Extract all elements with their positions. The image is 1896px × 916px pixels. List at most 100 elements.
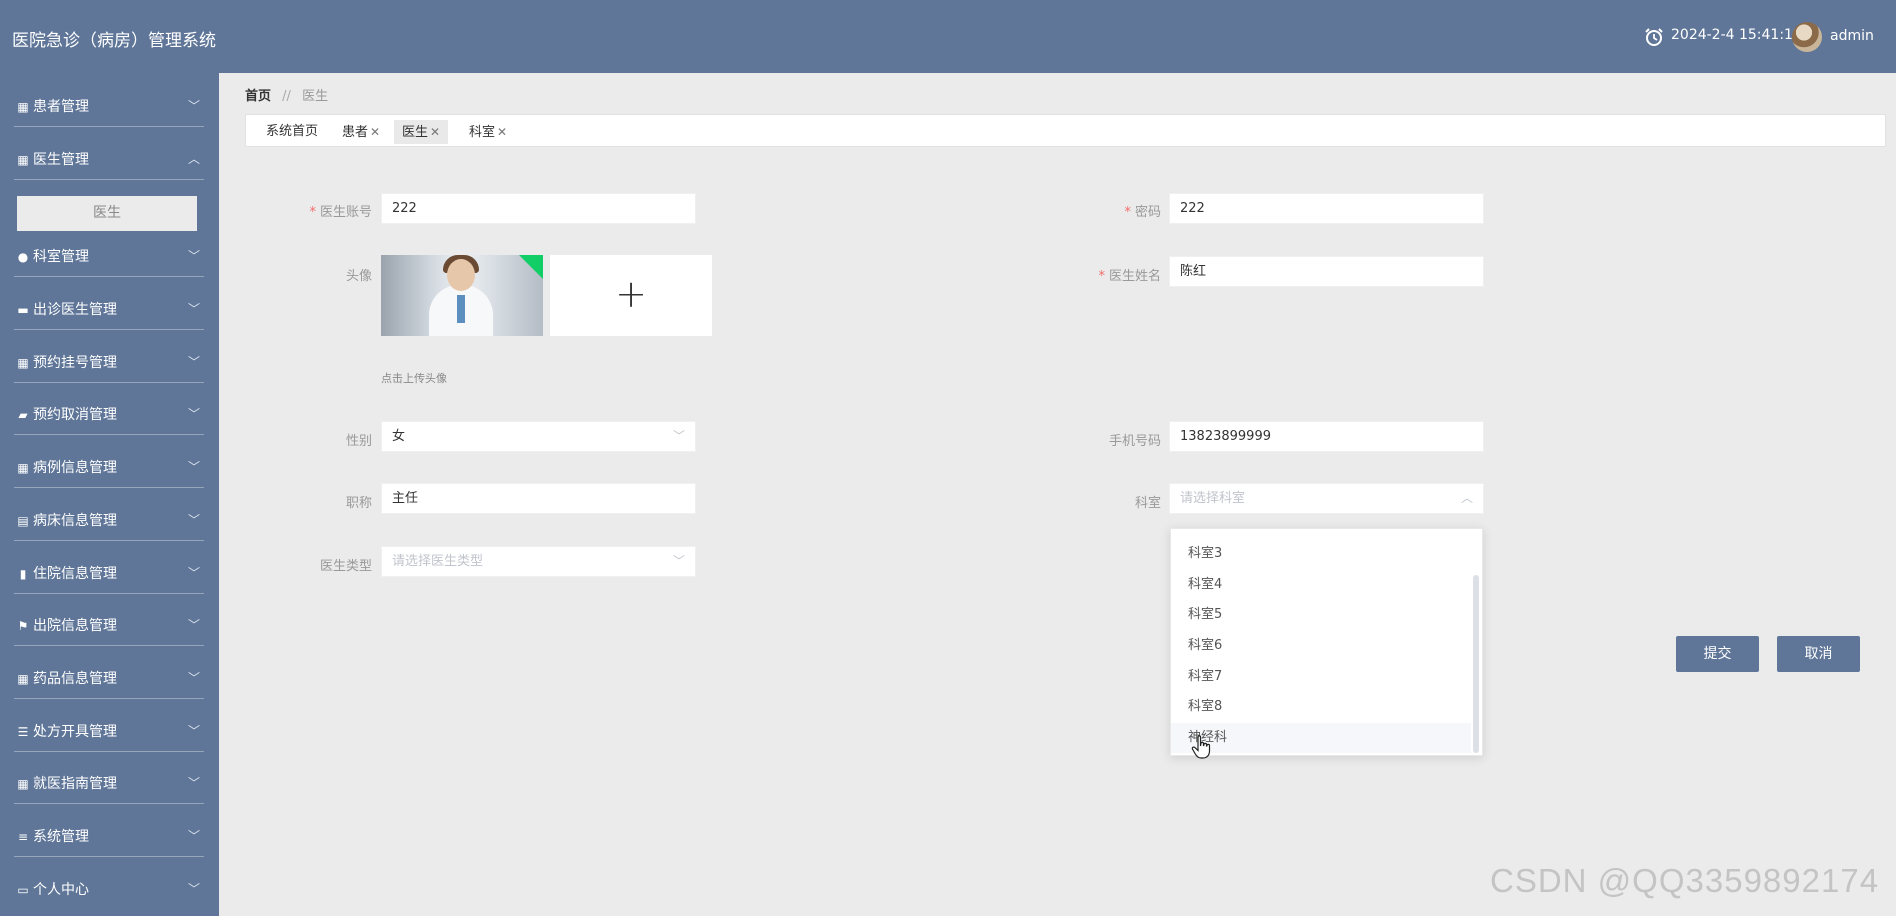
title-input[interactable]: 主任 <box>381 483 696 514</box>
cancel-button[interactable]: 取消 <box>1777 636 1860 672</box>
dropdown-option[interactable]: 科室5 <box>1171 600 1471 630</box>
sidebar-item-label: 预约取消管理 <box>33 407 117 423</box>
required-mark: * <box>1124 205 1131 220</box>
password-label: * 密码 <box>1051 201 1161 220</box>
menu-divider <box>14 126 204 127</box>
chat-icon: ▰ <box>18 408 28 422</box>
sidebar-item-system[interactable]: ≡ 系统管理 ﹀ <box>0 817 219 857</box>
sidebar-item-doctors[interactable]: ▦ 医生管理 ︿ <box>0 140 219 180</box>
tab-bar: 系统首页 患者 ✕ 医生 ✕ 科室 ✕ <box>245 114 1886 147</box>
upload-button[interactable]: + <box>550 255 712 336</box>
dropdown-scrollbar[interactable] <box>1473 575 1479 753</box>
avatar-photo[interactable] <box>381 255 543 336</box>
doctor-scrubs <box>457 295 465 323</box>
app-title: 医院急诊（病房）管理系统 <box>12 31 216 51</box>
tab-label: 医生 <box>402 125 429 140</box>
top-header: 医院急诊（病房）管理系统 2024-2-4 15:41:12 admin <box>0 0 1896 73</box>
menu-divider <box>14 593 204 594</box>
sidebar-item-label: 患者管理 <box>33 99 89 115</box>
sidebar-item-label: 处方开具管理 <box>33 724 117 740</box>
account-label: * 医生账号 <box>262 201 372 220</box>
sidebar-item-medicines[interactable]: ▦ 药品信息管理 ﹀ <box>0 659 219 699</box>
sidebar-item-cancellations[interactable]: ▰ 预约取消管理 ﹀ <box>0 395 219 435</box>
sidebar-item-departments[interactable]: ● 科室管理 ﹀ <box>0 237 219 277</box>
sidebar-item-appointments[interactable]: ▦ 预约挂号管理 ﹀ <box>0 343 219 383</box>
tab-doctors[interactable]: 医生 ✕ <box>394 120 449 144</box>
sidebar-item-beds[interactable]: ▤ 病床信息管理 ﹀ <box>0 501 219 541</box>
breadcrumb: 首页 // 医生 <box>245 85 328 104</box>
chevron-down-icon: ﹀ <box>188 566 201 580</box>
submit-button[interactable]: 提交 <box>1676 636 1759 672</box>
menu-divider <box>14 540 204 541</box>
department-dropdown: 科室3 科室4 科室5 科室6 科室7 科室8 神经科 <box>1170 528 1483 756</box>
tab-label: 科室 <box>469 125 496 140</box>
required-mark: * <box>309 205 316 220</box>
doctor-name-input[interactable]: 陈红 <box>1169 256 1484 287</box>
username[interactable]: admin <box>1830 28 1874 44</box>
chevron-down-icon: ﹀ <box>188 460 201 474</box>
sliders-icon: ☰ <box>17 725 29 739</box>
sidebar-item-cases[interactable]: ▦ 病例信息管理 ﹀ <box>0 448 219 488</box>
avatar-label: 头像 <box>345 269 372 284</box>
dropdown-option[interactable]: 科室4 <box>1171 570 1471 600</box>
doctor-type-select[interactable]: 请选择医生类型 ﹀ <box>381 546 696 577</box>
grid-icon: ▦ <box>17 461 29 475</box>
close-icon[interactable]: ✕ <box>370 125 380 139</box>
sidebar-item-label: 科室管理 <box>33 249 89 265</box>
sidebar-item-label: 预约挂号管理 <box>33 355 117 371</box>
sidebar-item-prescriptions[interactable]: ☰ 处方开具管理 ﹀ <box>0 712 219 752</box>
title-label: 职称 <box>345 496 372 511</box>
pin-icon: ● <box>17 250 29 264</box>
briefcase-icon: ▬ <box>17 303 29 317</box>
phone-input[interactable]: 13823899999 <box>1169 421 1484 452</box>
chevron-up-icon: ︿ <box>188 152 201 166</box>
account-input[interactable]: 222 <box>381 193 696 224</box>
dropdown-option[interactable]: 科室8 <box>1171 692 1471 722</box>
sidebar-item-admissions[interactable]: ▮ 住院信息管理 ﹀ <box>0 554 219 594</box>
bar-chart-icon: ▮ <box>19 567 27 581</box>
department-select[interactable]: 请选择科室 ︿ <box>1169 483 1484 514</box>
card-icon: ▭ <box>17 883 29 897</box>
chevron-down-icon: ﹀ <box>188 407 201 421</box>
submenu-item-doctor[interactable]: 医生 <box>17 196 197 231</box>
close-icon[interactable]: ✕ <box>497 125 507 139</box>
chevron-down-icon: ﹀ <box>188 513 201 527</box>
gender-select[interactable]: 女 ﹀ <box>381 421 696 452</box>
alarm-clock-icon <box>1645 28 1663 46</box>
tab-label: 系统首页 <box>266 124 319 139</box>
gender-value: 女 <box>392 429 406 444</box>
chevron-down-icon: ﹀ <box>188 355 201 369</box>
tab-home[interactable]: 系统首页 <box>258 120 326 144</box>
menu-divider <box>14 382 204 383</box>
sidebar: ▦ 患者管理 ﹀ ▦ 医生管理 ︿ 医生 ● 科室管理 ﹀ ▬ 出诊医生管理 ﹀… <box>0 73 219 916</box>
dropdown-option[interactable]: 科室3 <box>1171 539 1471 569</box>
upload-success-badge <box>519 255 543 279</box>
sidebar-item-personal[interactable]: ▭ 个人中心 ﹀ <box>0 870 219 910</box>
tab-patients[interactable]: 患者 ✕ <box>334 120 388 144</box>
sidebar-item-guides[interactable]: ▦ 就医指南管理 ﹀ <box>0 764 219 804</box>
grid-icon: ▦ <box>17 100 29 114</box>
chevron-up-icon: ︿ <box>1460 491 1473 505</box>
sidebar-item-label: 个人中心 <box>33 882 89 898</box>
tab-departments[interactable]: 科室 ✕ <box>461 120 515 144</box>
sidebar-item-discharges[interactable]: ⚑ 出院信息管理 ﹀ <box>0 606 219 646</box>
dropdown-option[interactable]: 神经科 <box>1171 723 1471 753</box>
sidebar-item-label: 出院信息管理 <box>33 618 117 634</box>
menu-divider <box>14 645 204 646</box>
doctor-face <box>447 259 475 291</box>
grid-icon: ▦ <box>17 356 29 370</box>
password-input[interactable]: 222 <box>1169 193 1484 224</box>
doctor-name-label: * 医生姓名 <box>1051 265 1161 284</box>
dropdown-option[interactable]: 科室6 <box>1171 631 1471 661</box>
sidebar-item-patients[interactable]: ▦ 患者管理 ﹀ <box>0 87 219 127</box>
breadcrumb-separator: // <box>282 89 291 104</box>
user-avatar[interactable] <box>1792 22 1822 52</box>
dropdown-option[interactable]: 科室7 <box>1171 662 1471 692</box>
upload-hint: 点击上传头像 <box>381 372 447 385</box>
sidebar-item-label: 就医指南管理 <box>33 776 117 792</box>
close-icon[interactable]: ✕ <box>430 125 440 139</box>
chevron-down-icon: ﹀ <box>188 249 201 263</box>
doctor-type-placeholder: 请选择医生类型 <box>392 554 484 569</box>
sidebar-item-visiting-doctors[interactable]: ▬ 出诊医生管理 ﹀ <box>0 290 219 330</box>
breadcrumb-home[interactable]: 首页 <box>245 89 271 104</box>
